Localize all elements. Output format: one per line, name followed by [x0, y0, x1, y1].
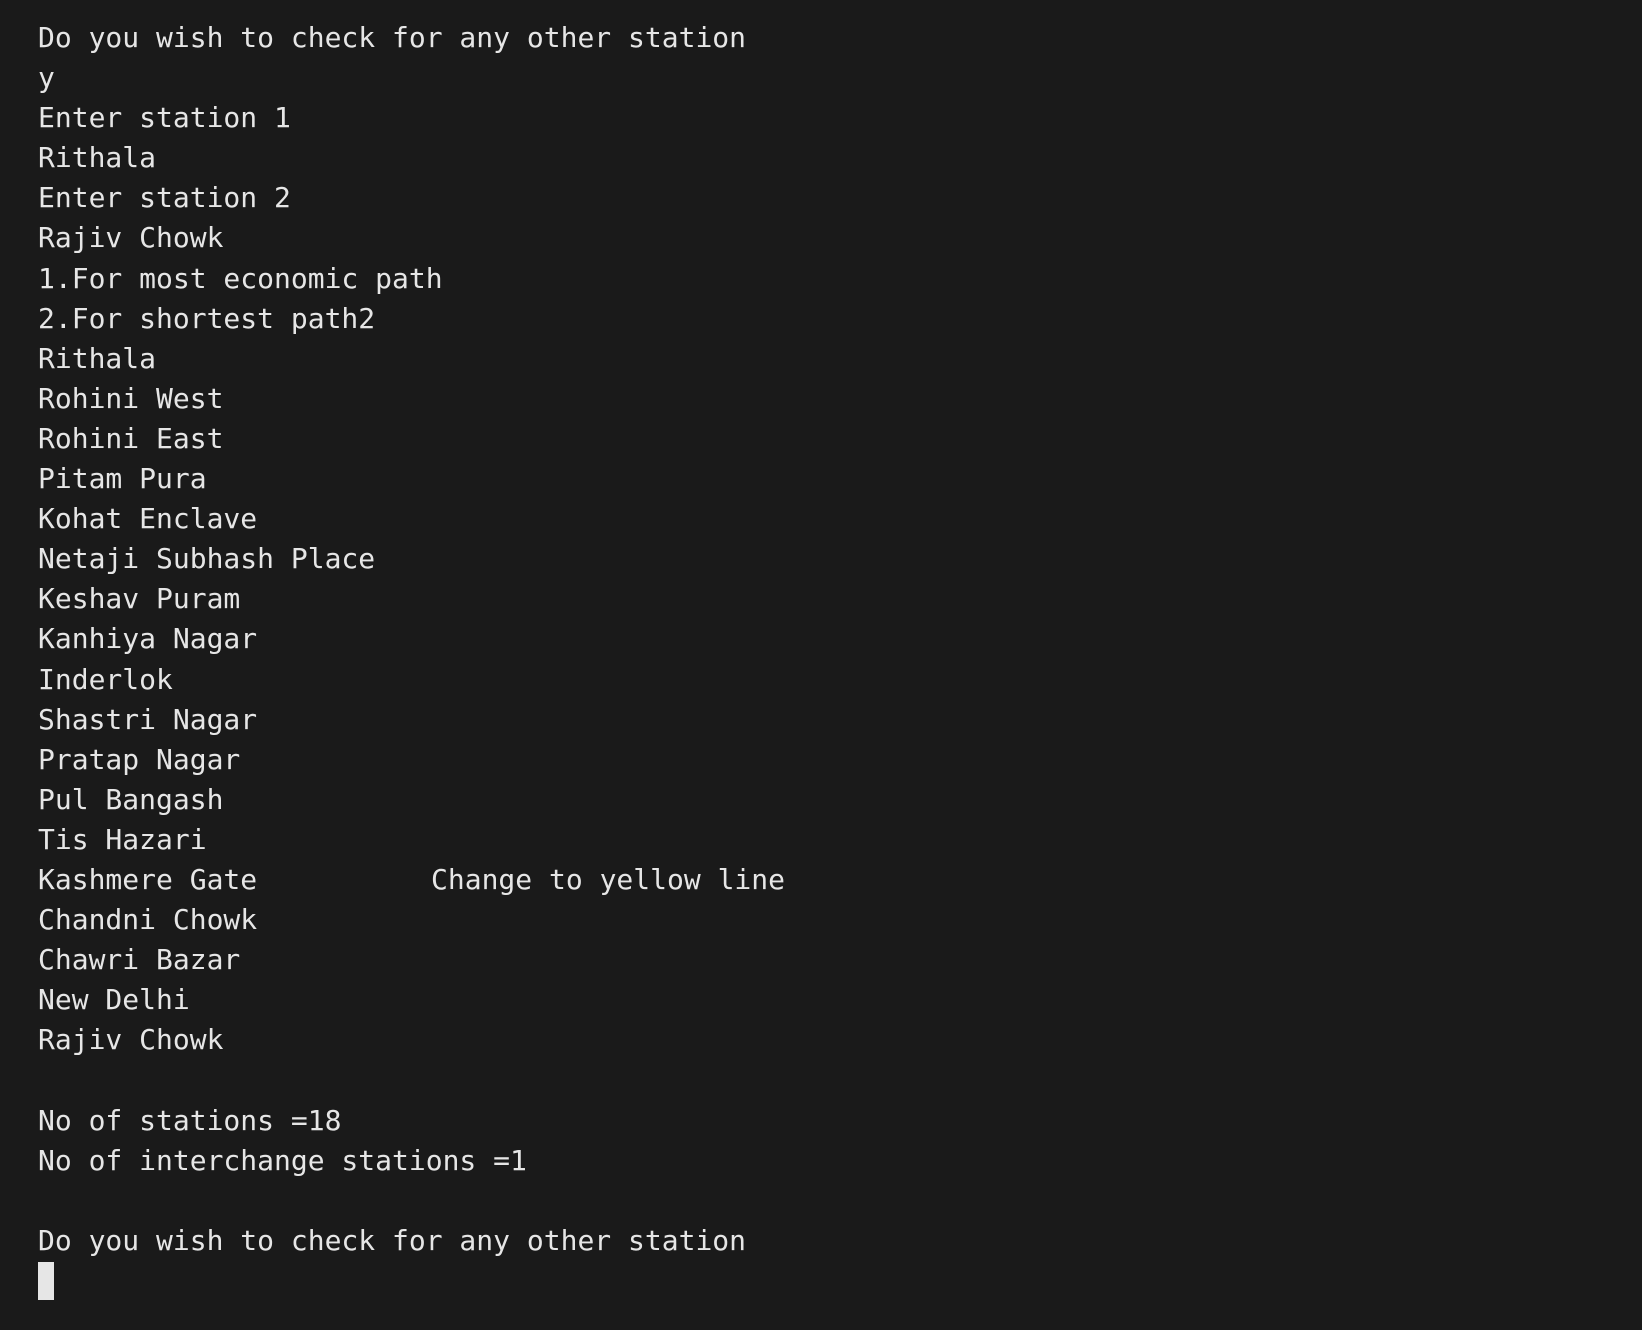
- line-text: Pul Bangash: [38, 782, 224, 816]
- station-line: Shastri Nagar: [38, 700, 1642, 740]
- line-text: Rohini East: [38, 421, 224, 455]
- summary-line: No of interchange stations =1: [38, 1141, 1642, 1181]
- line-text: 1.For most economic path: [38, 261, 443, 295]
- output-line: Do you wish to check for any other stati…: [38, 18, 1642, 58]
- station-line: Pitam Pura: [38, 459, 1642, 499]
- summary-line: No of stations =18: [38, 1101, 1642, 1141]
- output-line: Enter station 2: [38, 178, 1642, 218]
- input-line: Rajiv Chowk: [38, 218, 1642, 258]
- line-text: Inderlok: [38, 662, 173, 696]
- input-line: Rithala: [38, 138, 1642, 178]
- station-line: Rohini West: [38, 379, 1642, 419]
- station-line: Inderlok: [38, 660, 1642, 700]
- output-line: Enter station 1: [38, 98, 1642, 138]
- output-line: 1.For most economic path: [38, 259, 1642, 299]
- station-line-interchange: Kashmere Gate Change to yellow line: [38, 860, 1642, 900]
- text-cursor[interactable]: [38, 1261, 54, 1300]
- station-line: Keshav Puram: [38, 579, 1642, 619]
- terminal-output[interactable]: Do you wish to check for any other stati…: [0, 0, 1642, 1330]
- interchange-count: No of interchange stations =1: [38, 1143, 527, 1177]
- line-text: Netaji Subhash Place: [38, 542, 376, 576]
- input-prompt-line[interactable]: [38, 1261, 1642, 1301]
- line-text: New Delhi: [38, 983, 190, 1017]
- station-line: Rithala: [38, 339, 1642, 379]
- line-text: Rithala: [38, 341, 157, 375]
- line-text: Chawri Bazar: [38, 943, 241, 977]
- line-text: Kanhiya Nagar: [38, 622, 258, 656]
- station-line: Kohat Enclave: [38, 499, 1642, 539]
- station-line: New Delhi: [38, 980, 1642, 1020]
- line-text: Tis Hazari: [38, 822, 207, 856]
- line-text: Do you wish to check for any other stati…: [38, 1223, 747, 1257]
- output-line: 2.For shortest path2: [38, 299, 1642, 339]
- station-line: Pul Bangash: [38, 780, 1642, 820]
- line-text: Kashmere Gate: [38, 862, 258, 896]
- input-line: y: [38, 58, 1642, 98]
- line-text: Pitam Pura: [38, 462, 207, 496]
- line-text: Kohat Enclave: [38, 502, 258, 536]
- station-line: Pratap Nagar: [38, 740, 1642, 780]
- line-text: Rajiv Chowk: [38, 1023, 224, 1057]
- line-text: Do you wish to check for any other stati…: [38, 21, 747, 54]
- line-text: Chandni Chowk: [38, 903, 258, 937]
- station-line: Rohini East: [38, 419, 1642, 459]
- station-count: No of stations =18: [38, 1103, 342, 1137]
- station-line: Netaji Subhash Place: [38, 539, 1642, 579]
- station-line: Chandni Chowk: [38, 900, 1642, 940]
- line-text: Enter station 1: [38, 101, 291, 135]
- interchange-note: Change to yellow line: [431, 862, 786, 896]
- line-text: Shastri Nagar: [38, 702, 258, 736]
- station-line: Tis Hazari: [38, 820, 1642, 860]
- prompt-line: Do you wish to check for any other stati…: [38, 1221, 1642, 1261]
- station-line: Chawri Bazar: [38, 940, 1642, 980]
- line-text: Keshav Puram: [38, 582, 241, 616]
- line-text: y: [38, 61, 55, 95]
- line-text: Enter station 2: [38, 181, 291, 215]
- line-text: 2.For shortest path2: [38, 301, 376, 335]
- station-line: Kanhiya Nagar: [38, 619, 1642, 659]
- line-text: Rajiv Chowk: [38, 221, 224, 255]
- line-text: Rohini West: [38, 381, 224, 415]
- line-text: Pratap Nagar: [38, 742, 241, 776]
- station-line: Rajiv Chowk: [38, 1020, 1642, 1060]
- line-text: Rithala: [38, 141, 157, 175]
